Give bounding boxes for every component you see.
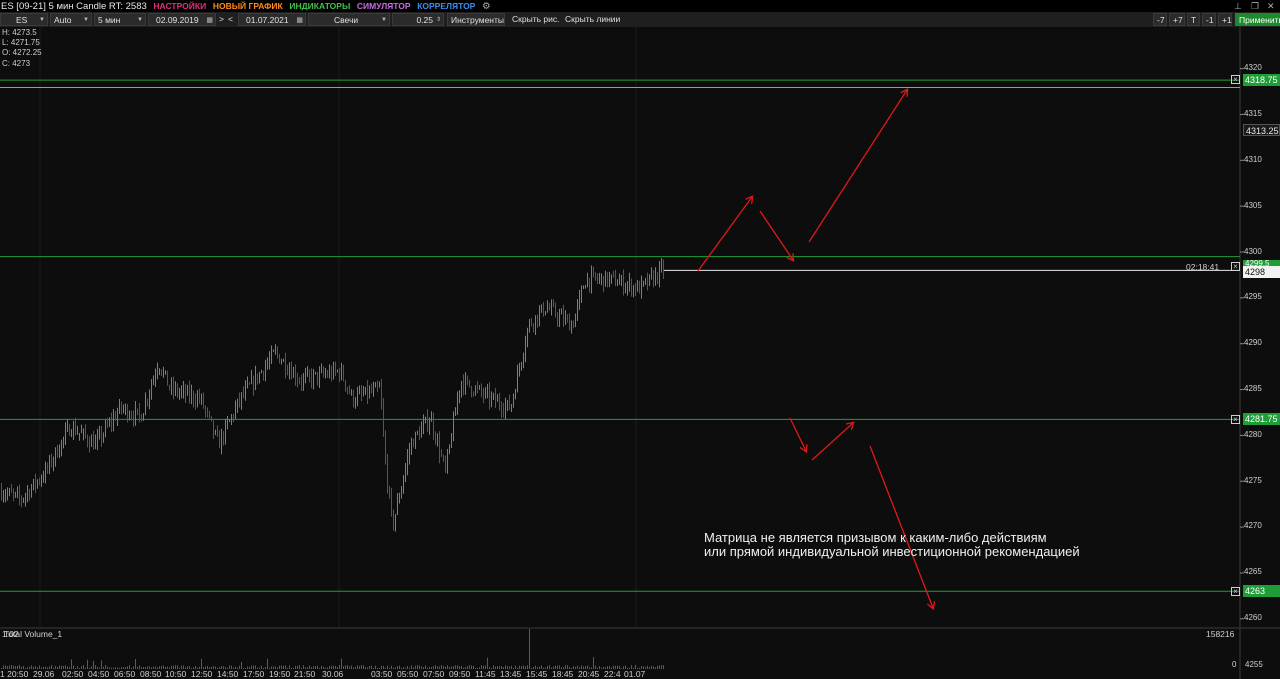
time-label: 04:50	[88, 669, 110, 679]
ohlc-close: C: 4273	[2, 58, 31, 68]
price-chart[interactable]	[0, 0, 1280, 679]
last-price-badge: 4298	[1243, 266, 1280, 278]
time-label: 12:50	[191, 669, 213, 679]
time-label: 10:50	[165, 669, 187, 679]
ohlc-open: O: 4272.25	[2, 48, 42, 58]
disclaimer-line-2: или прямой индивидуальной инвестиционной…	[704, 544, 1080, 559]
price-label: 4255	[1245, 660, 1263, 669]
volume-zero-label: 0	[1232, 660, 1237, 669]
disclaimer-line-1: Матрица не является призывом к каким-либ…	[704, 530, 1047, 545]
price-label: 4310	[1244, 155, 1262, 164]
time-label: 14:50	[217, 669, 239, 679]
time-label: 1 20:50	[0, 669, 29, 679]
time-label: 03:50	[371, 669, 393, 679]
time-label: 08:50	[140, 669, 162, 679]
time-label: 06:50	[114, 669, 136, 679]
level-delete-icon[interactable]: ×	[1231, 262, 1240, 271]
price-label: 4295	[1244, 292, 1262, 301]
price-label: 4260	[1244, 613, 1262, 622]
volume-max-label: 158216	[1206, 629, 1235, 639]
time-label: 20:45	[578, 669, 600, 679]
level-badge[interactable]: 4318.75	[1243, 74, 1280, 86]
level-badge[interactable]: 4263	[1243, 585, 1280, 597]
time-label: 05:50	[397, 669, 419, 679]
price-label: 4280	[1244, 430, 1262, 439]
time-label: 13:45	[500, 669, 522, 679]
time-axis: 1 20:50 29.06 02:50 04:50 06:50 08:50 10…	[0, 669, 1240, 679]
price-label: 4305	[1244, 201, 1262, 210]
time-label: 22:4	[604, 669, 621, 679]
time-label: 19:50	[269, 669, 291, 679]
level-delete-icon[interactable]: ×	[1231, 75, 1240, 84]
level-delete-icon[interactable]: ×	[1231, 587, 1240, 596]
time-label: 17:50	[243, 669, 265, 679]
price-label: 4300	[1244, 247, 1262, 256]
time-label: 09:50	[449, 669, 471, 679]
time-label: 07:50	[423, 669, 445, 679]
level-badge[interactable]: 4281.75	[1243, 413, 1280, 425]
ohlc-high: H: 4273.5	[2, 28, 37, 37]
current-price-badge: 4313.25	[1243, 124, 1280, 136]
time-label: 02:50	[62, 669, 84, 679]
ohlc-readout: H: 4273.5 L: 4271.75 O: 4272.25 C: 4273	[2, 28, 42, 69]
price-label: 4270	[1244, 521, 1262, 530]
price-label: 4285	[1244, 384, 1262, 393]
candle-timer: 02:18:41	[1186, 262, 1220, 272]
time-label: 21:50	[294, 669, 316, 679]
volume-label-text: Total Volume_1	[4, 629, 63, 639]
time-label: 18:45	[552, 669, 574, 679]
time-label: 11:45	[475, 669, 496, 679]
disclaimer-text: Матрица не является призывом к каким-либ…	[704, 531, 1080, 559]
price-label: 4320	[1244, 63, 1262, 72]
time-label: 30.06	[322, 669, 344, 679]
price-label: 4315	[1244, 109, 1262, 118]
time-label: 29.06	[33, 669, 55, 679]
price-label: 4290	[1244, 338, 1262, 347]
price-label: 4265	[1244, 567, 1262, 576]
price-label: 4275	[1244, 476, 1262, 485]
volume-group	[1, 629, 664, 669]
level-delete-icon[interactable]: ×	[1231, 415, 1240, 424]
time-label: 15:45	[526, 669, 548, 679]
ohlc-low: L: 4271.75	[2, 38, 40, 48]
time-label: 01.07	[624, 669, 646, 679]
